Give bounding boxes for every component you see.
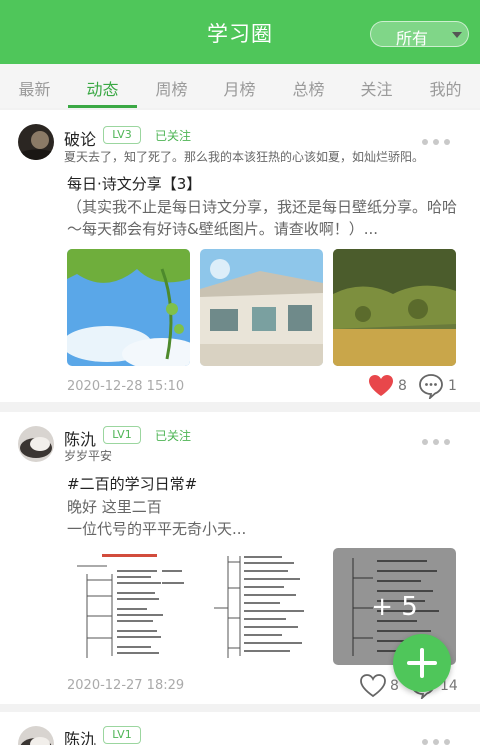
post-body-line[interactable]: 晚好 这里二百 [67, 496, 462, 518]
tab-bar: 最新 动态 周榜 月榜 总榜 关注 我的 [0, 64, 480, 108]
tab-weekly[interactable]: 周榜 [137, 76, 206, 100]
avatar[interactable] [18, 426, 54, 462]
filter-label: 所有 [396, 29, 429, 48]
tab-mine[interactable]: 我的 [411, 76, 480, 100]
app-header: 学习圈 所有 [0, 0, 480, 64]
like-icon-filled[interactable] [368, 374, 394, 402]
post-image[interactable] [333, 249, 456, 366]
post-body-line[interactable]: 一位代号的平平无奇小天... [67, 518, 462, 540]
level-badge: LV3 [103, 126, 141, 144]
user-signature: 夏天去了，知了死了。那么我的本该狂热的心该如夏，如灿烂骄阳。 [64, 150, 425, 164]
like-count: 8 [390, 678, 399, 694]
level-badge: LV1 [103, 426, 141, 444]
comment-icon[interactable] [418, 373, 444, 403]
like-count: 8 [398, 378, 407, 394]
tab-following[interactable]: 关注 [342, 76, 411, 100]
avatar[interactable] [18, 726, 54, 745]
tab-overall[interactable]: 总榜 [274, 76, 343, 100]
post-card[interactable]: 破论 LV3 已关注 夏天去了，知了死了。那么我的本该狂热的心该如夏，如灿烂骄阳… [0, 110, 480, 402]
post-time: 2020-12-28 15:10 [67, 379, 185, 394]
filter-dropdown[interactable]: 所有 [370, 21, 469, 48]
post-title[interactable]: 每日·诗文分享【3】 [67, 173, 201, 194]
avatar[interactable] [18, 124, 54, 160]
post-title[interactable]: #二百的学习日常# [67, 473, 197, 494]
tab-latest[interactable]: 最新 [0, 76, 69, 100]
username[interactable]: 陈氿 [64, 726, 96, 745]
level-badge: LV1 [103, 726, 141, 744]
comment-count: 1 [448, 378, 457, 394]
more-options-icon[interactable] [422, 139, 452, 147]
follow-status[interactable]: 已关注 [155, 427, 191, 444]
post-image[interactable] [67, 548, 190, 665]
user-signature: 岁岁平安 [64, 449, 113, 463]
add-post-button[interactable] [393, 634, 451, 692]
more-options-icon[interactable] [422, 739, 452, 745]
like-icon[interactable] [360, 674, 386, 702]
username[interactable]: 破论 [64, 126, 96, 150]
post-card[interactable]: 陈氿 LV1 [0, 712, 480, 745]
tab-activity[interactable]: 动态 [68, 76, 137, 100]
post-image[interactable] [200, 548, 323, 665]
post-image[interactable] [200, 249, 323, 366]
tab-monthly[interactable]: 月榜 [205, 76, 274, 100]
caret-down-icon [452, 32, 462, 38]
post-image[interactable] [67, 249, 190, 366]
post-body[interactable]: （其实我不止是每日诗文分享，我还是每日壁纸分享。哈哈～每天都会有好诗&壁纸图片。… [67, 196, 462, 240]
more-images-count: + 5 [371, 592, 418, 622]
post-time: 2020-12-27 18:29 [67, 678, 185, 693]
more-options-icon[interactable] [422, 439, 452, 447]
active-tab-indicator [68, 105, 137, 108]
follow-status[interactable]: 已关注 [155, 127, 191, 144]
